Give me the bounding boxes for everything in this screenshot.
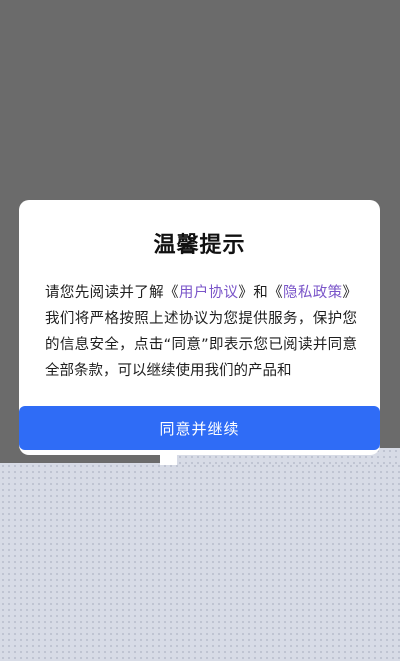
message-text: 请您先阅读并了解《 bbox=[45, 285, 179, 301]
dialog-message: 请您先阅读并了解《用户协议》和《隐私政策》我们将严格按照上述协议为您提供服务，保… bbox=[45, 280, 357, 392]
background-content-fragment bbox=[160, 455, 177, 465]
user-agreement-link[interactable]: 用户协议 bbox=[179, 285, 239, 301]
message-text: 》和《 bbox=[238, 285, 283, 301]
dialog-title: 温馨提示 bbox=[153, 233, 246, 258]
agree-and-continue-button[interactable]: 同意并继续 bbox=[19, 406, 380, 450]
background-content-panel bbox=[0, 463, 400, 661]
privacy-policy-link[interactable]: 隐私政策 bbox=[283, 285, 343, 301]
